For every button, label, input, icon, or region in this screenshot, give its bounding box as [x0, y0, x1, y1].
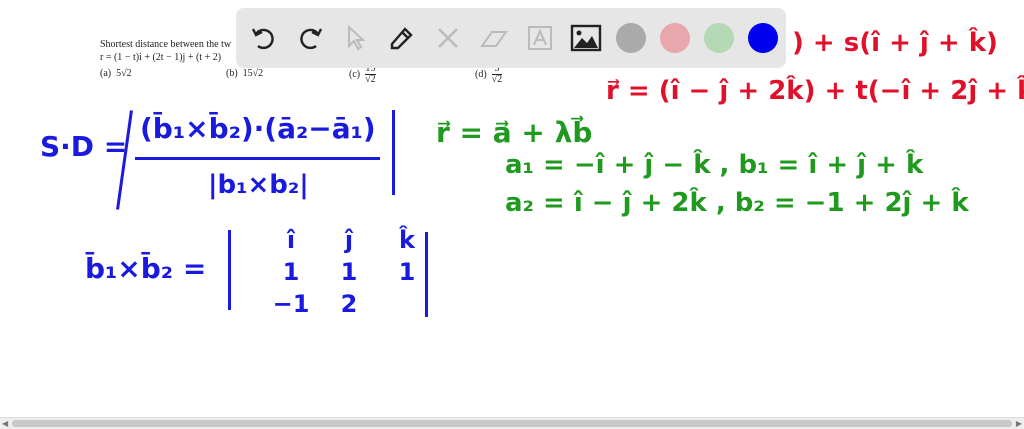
- denominator: √2: [491, 74, 503, 85]
- cross-label: b̄₁×b̄₂ =: [85, 252, 207, 285]
- option-label: (c): [349, 68, 361, 80]
- color-blue[interactable]: [748, 23, 778, 53]
- question-title: Shortest distance between the tw: [100, 39, 232, 50]
- matrix-cell: 1: [282, 258, 300, 286]
- red-equation-1: ) + s(î + ĵ + k̂): [792, 28, 998, 58]
- question-equation: r = (1 − t)i + (2t − 1)j + (t + 2): [100, 52, 222, 63]
- option-a: (a) 5√2: [100, 68, 132, 79]
- option-label: (b): [226, 68, 238, 79]
- matrix-cell: 1: [340, 258, 358, 286]
- color-green[interactable]: [704, 23, 734, 53]
- tools-icon[interactable]: [432, 22, 464, 54]
- sd-fraction-line: [135, 157, 380, 160]
- green-line-1: r⃗ = a⃗ + λb⃗: [436, 116, 593, 149]
- horizontal-scrollbar[interactable]: ◀ ▶: [0, 417, 1024, 429]
- sd-numerator: (b̄₁×b̄₂)·(ā₂−ā₁): [140, 112, 376, 145]
- green-line-2: a₁ = −î + ĵ − k̂ , b₁ = î + ĵ + k̂: [505, 150, 924, 180]
- undo-icon[interactable]: [248, 22, 280, 54]
- red-equation-2: r⃗ = (î − ĵ + 2k̂) + t(−î + 2ĵ + k̂): [606, 76, 1024, 106]
- scroll-left-icon[interactable]: ◀: [2, 419, 8, 428]
- option-label: (d): [475, 68, 487, 80]
- color-pink[interactable]: [660, 23, 690, 53]
- image-icon[interactable]: [570, 22, 602, 54]
- matrix-cell: k̂: [399, 226, 415, 254]
- text-icon[interactable]: [524, 22, 556, 54]
- green-line-3: a₂ = î − ĵ + 2k̂ , b₂ = −1 + 2ĵ + k̂: [505, 188, 969, 218]
- det-bar-left: [228, 230, 231, 310]
- option-label: (a): [100, 68, 112, 79]
- matrix-cell: 1: [398, 258, 416, 286]
- denominator: √2: [365, 74, 376, 85]
- scrollbar-thumb[interactable]: [12, 420, 1012, 427]
- matrix-cell: [378, 290, 436, 318]
- drawing-toolbar: [236, 8, 786, 68]
- sd-denominator: |b₁×b₂|: [208, 170, 309, 200]
- redo-icon[interactable]: [294, 22, 326, 54]
- sd-label: S·D =: [40, 130, 128, 163]
- matrix-cell: î: [286, 226, 296, 254]
- sd-bar-right: [392, 110, 395, 195]
- option-value: 15√2: [242, 68, 264, 79]
- option-value: 5√2: [116, 68, 132, 79]
- matrix-cell: 2: [340, 290, 358, 318]
- matrix-cell: −1: [272, 290, 310, 318]
- matrix-cell: ĵ: [344, 226, 354, 254]
- scroll-right-icon[interactable]: ▶: [1016, 419, 1022, 428]
- option-b: (b) 15√2: [226, 68, 263, 79]
- color-gray[interactable]: [616, 23, 646, 53]
- determinant-matrix: î ĵ k̂ 1 1 1 −1 2: [262, 226, 436, 318]
- pointer-icon[interactable]: [340, 22, 372, 54]
- eraser-icon[interactable]: [478, 22, 510, 54]
- pen-icon[interactable]: [386, 22, 418, 54]
